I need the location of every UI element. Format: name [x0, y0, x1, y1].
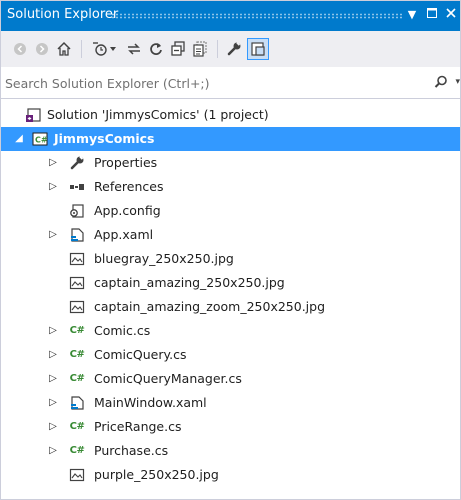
collapsed-arrow-icon[interactable]: ▷ [47, 391, 59, 415]
tree-node-file[interactable]: App.config [1, 199, 460, 223]
tree-node-image[interactable]: bluegray_250x250.jpg [1, 247, 460, 271]
preview-selected-items-button[interactable] [247, 38, 269, 60]
tree-node-label: PriceRange.cs [94, 419, 182, 434]
collapsed-arrow-icon[interactable]: ▷ [47, 319, 59, 343]
toolbar-separator [81, 40, 82, 58]
tree-node-cs-file[interactable]: ▷ C# ComicQuery.cs [1, 343, 460, 367]
xaml-file-icon [69, 227, 85, 243]
tree-node-label: Solution 'JimmysComics' (1 project) [47, 107, 269, 122]
collapse-all-icon [171, 41, 185, 56]
image-file-icon [69, 275, 85, 291]
window-title: Solution Explorer [7, 7, 119, 22]
collapsed-arrow-icon[interactable]: ▷ [47, 415, 59, 439]
csharp-file-icon: C# [69, 373, 85, 384]
collapsed-arrow-icon[interactable]: ▷ [47, 367, 59, 391]
home-button[interactable] [53, 38, 75, 60]
tree-node-solution[interactable]: Solution 'JimmysComics' (1 project) [1, 103, 460, 127]
image-file-icon [69, 251, 85, 267]
references-icon [69, 179, 85, 195]
properties-button[interactable] [223, 38, 245, 60]
preview-icon [251, 42, 265, 56]
xaml-file-icon [69, 395, 85, 411]
tree-node-label: purple_250x250.jpg [94, 467, 219, 482]
clock-filter-icon [93, 42, 107, 56]
show-all-files-icon [193, 41, 207, 57]
tree-node-label: References [94, 179, 164, 194]
home-icon [57, 41, 71, 56]
tree-node-cs-file[interactable]: ▷ C# Purchase.cs [1, 439, 460, 463]
tree-node-label: App.xaml [94, 227, 154, 242]
refresh-icon [150, 43, 162, 55]
wrench-icon [227, 41, 241, 56]
filter-dropdown-button[interactable] [107, 38, 119, 60]
csharp-file-icon: C# [69, 421, 85, 432]
tree-node-label: App.config [94, 203, 161, 218]
collapsed-arrow-icon[interactable]: ▷ [47, 439, 59, 463]
drag-grip[interactable] [111, 13, 402, 19]
tree-node-label: captain_amazing_zoom_250x250.jpg [94, 299, 326, 314]
sync-arrows-icon [128, 43, 140, 55]
tree-node-label: Purchase.cs [94, 443, 169, 458]
tree-node-cs-file[interactable]: ▷ C# PriceRange.cs [1, 415, 460, 439]
collapsed-arrow-icon[interactable]: ▷ [47, 343, 59, 367]
tree-node-image[interactable]: captain_amazing_250x250.jpg [1, 271, 460, 295]
tree-node-xaml[interactable]: ▷ App.xaml [1, 223, 460, 247]
tree-node-label: JimmysComics [54, 131, 155, 146]
collapsed-arrow-icon[interactable]: ▷ [47, 223, 59, 247]
sync-with-active-document-button[interactable] [123, 38, 145, 60]
back-icon [14, 43, 26, 55]
tree-node-label: bluegray_250x250.jpg [94, 251, 234, 266]
csharp-file-icon: C# [69, 349, 85, 360]
refresh-button[interactable] [145, 38, 167, 60]
tree-node-label: ComicQueryManager.cs [94, 371, 242, 386]
tree-node-cs-file[interactable]: ▷ C# ComicQueryManager.cs [1, 367, 460, 391]
tree-node-label: Comic.cs [94, 323, 151, 338]
tree-node-xaml[interactable]: ▷ MainWindow.xaml [1, 391, 460, 415]
tree-node-label: captain_amazing_250x250.jpg [94, 275, 285, 290]
tree-node-label: Properties [94, 155, 158, 170]
maximize-icon[interactable] [425, 8, 439, 22]
tree-node-project[interactable]: ◢ C# JimmysComics [1, 127, 460, 151]
collapsed-arrow-icon[interactable]: ▷ [47, 175, 59, 199]
svg-text:C#: C# [35, 136, 48, 145]
collapse-all-button[interactable] [167, 38, 189, 60]
image-file-icon [69, 467, 85, 483]
close-icon[interactable] [444, 8, 458, 22]
solution-explorer-panel: Solution Explorer ▼ Search Solution Expl… [0, 0, 461, 500]
config-file-icon [69, 203, 85, 219]
csharp-file-icon: C# [69, 325, 85, 336]
forward-button[interactable] [31, 38, 53, 60]
search-options-dropdown-icon[interactable]: ▾ [455, 77, 460, 87]
chevron-down-icon [110, 47, 116, 51]
csharp-file-icon: C# [69, 445, 85, 456]
tree-node-properties[interactable]: ▷ Properties [1, 151, 460, 175]
show-all-files-button[interactable] [189, 38, 211, 60]
tree-node-image[interactable]: captain_amazing_zoom_250x250.jpg [1, 295, 460, 319]
tree-node-image[interactable]: purple_250x250.jpg [1, 463, 460, 487]
window-position-dropdown-icon[interactable]: ▼ [405, 8, 419, 22]
search-input[interactable] [3, 72, 427, 94]
solution-icon [25, 107, 41, 123]
title-bar[interactable]: Solution Explorer ▼ [1, 1, 460, 31]
solution-tree: Solution 'JimmysComics' (1 project) ◢ C#… [1, 103, 460, 487]
tree-node-label: MainWindow.xaml [94, 395, 207, 410]
collapsed-arrow-icon[interactable]: ▷ [47, 151, 59, 175]
tree-node-label: ComicQuery.cs [94, 347, 187, 362]
forward-icon [36, 43, 48, 55]
image-file-icon [69, 299, 85, 315]
tree-node-references[interactable]: ▷ References [1, 175, 460, 199]
toolbar [1, 31, 460, 67]
csharp-project-icon: C# [32, 131, 48, 147]
wrench-icon [69, 155, 85, 171]
expanded-arrow-icon[interactable]: ◢ [13, 127, 25, 151]
search-icon[interactable] [434, 75, 448, 92]
toolbar-separator [217, 40, 218, 58]
tree-node-cs-file[interactable]: ▷ C# Comic.cs [1, 319, 460, 343]
search-bar: ▾ [1, 67, 460, 99]
back-button[interactable] [9, 38, 31, 60]
